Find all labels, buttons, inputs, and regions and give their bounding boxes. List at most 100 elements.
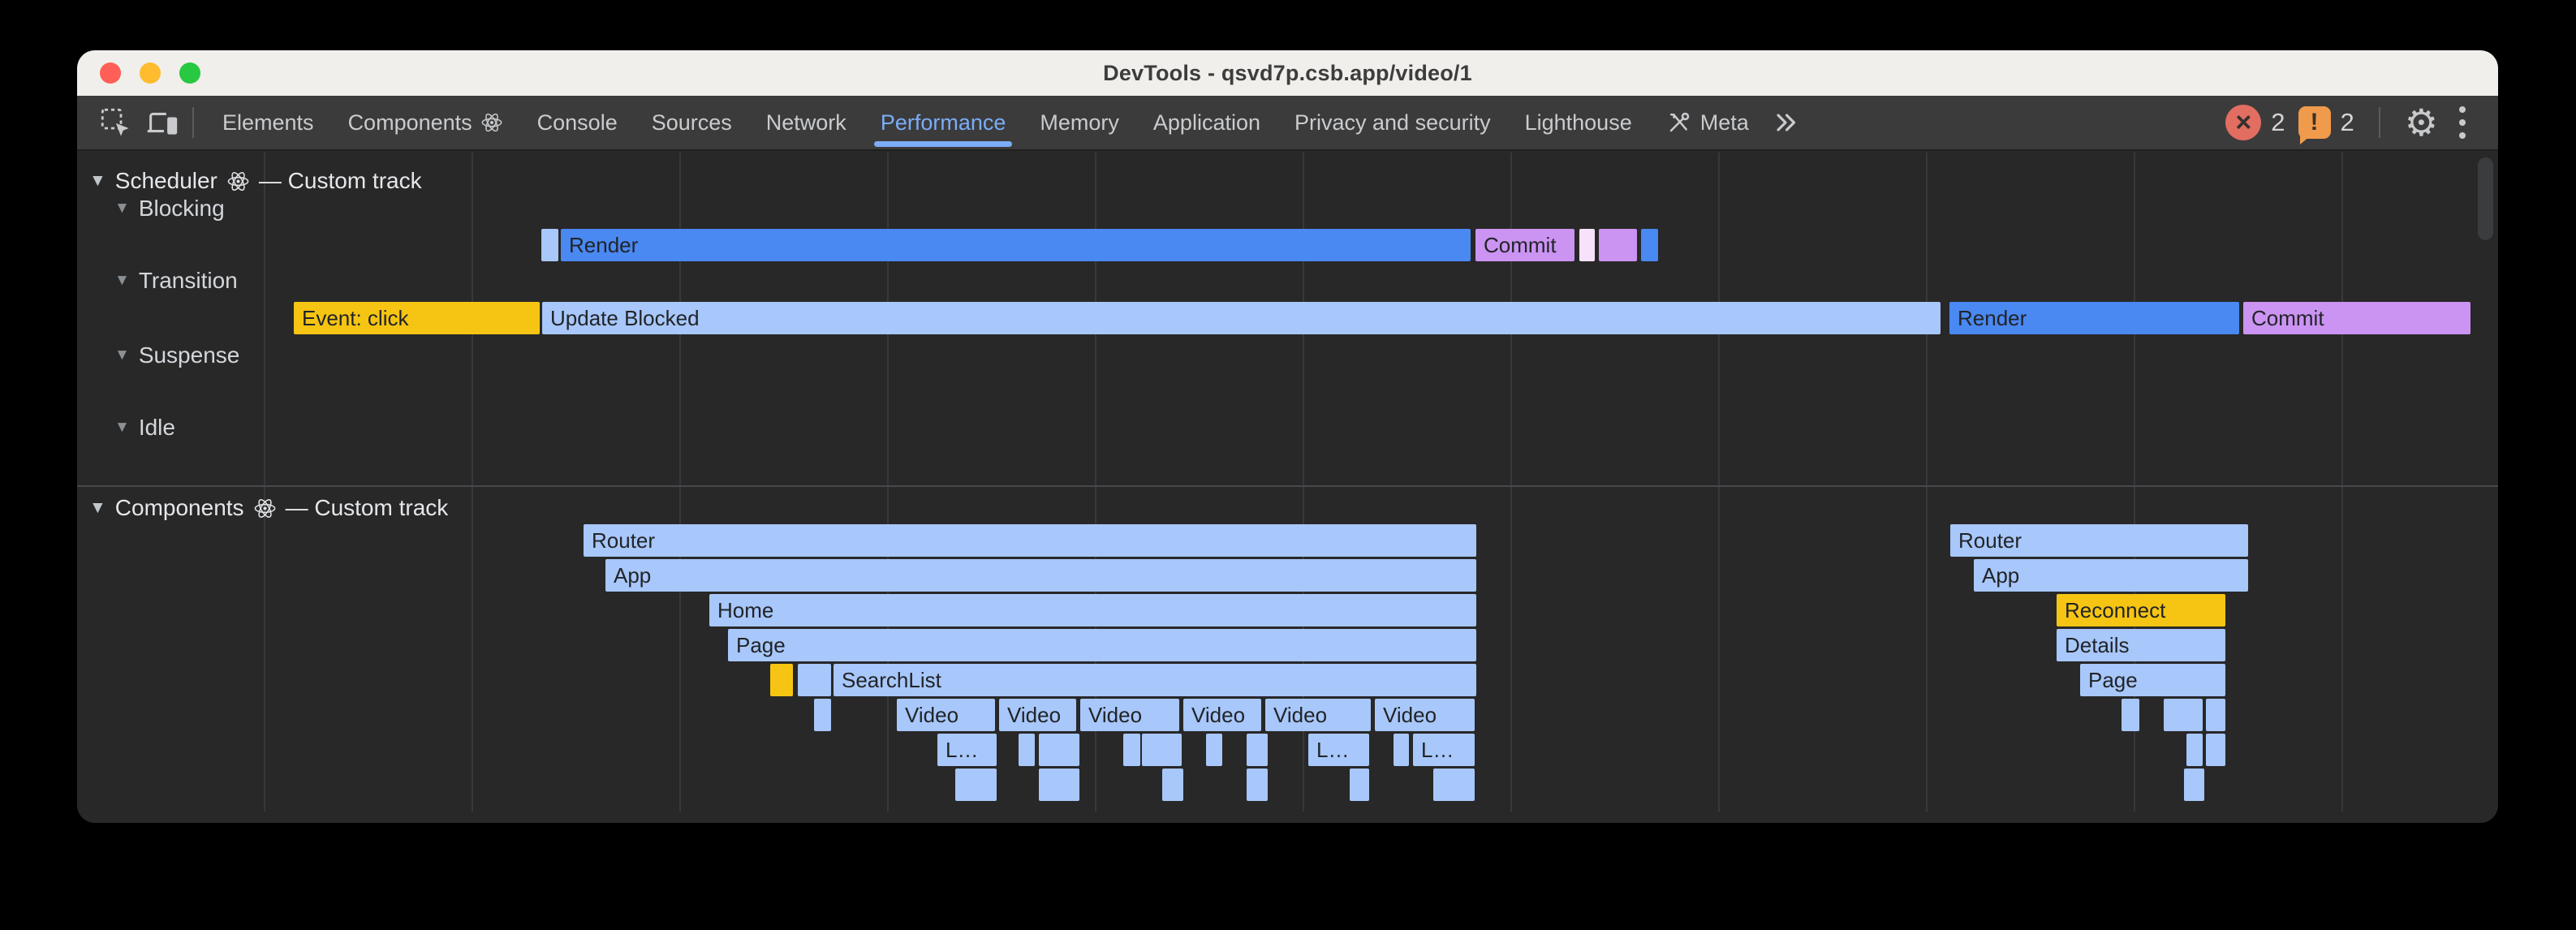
flame-bar-details[interactable]: Details [2057, 629, 2225, 661]
flame-bar-router[interactable]: Router [584, 524, 1476, 557]
flame-bar[interactable] [770, 664, 793, 696]
flame-bar[interactable] [1123, 734, 1140, 766]
tab-components[interactable]: Components [331, 96, 520, 149]
minimize-button[interactable] [140, 62, 161, 84]
flame-bar-l-[interactable]: L… [1413, 734, 1475, 766]
flame-bar-video[interactable]: Video [999, 699, 1076, 731]
flame-bar-page[interactable]: Page [728, 629, 1476, 661]
flame-bar-commit[interactable]: Commit [2243, 302, 2470, 334]
react-atom-icon [253, 497, 277, 520]
track-separator [77, 485, 2498, 487]
flame-bar[interactable] [2206, 699, 2225, 731]
tools-icon [1666, 110, 1692, 136]
lane-idle[interactable]: ▼Idle [114, 415, 175, 441]
track-title: Scheduler [115, 168, 218, 194]
lane-blocking[interactable]: ▼ Blocking [114, 196, 225, 222]
flame-bar-video[interactable]: Video [1265, 699, 1371, 731]
flame-bar-event-click[interactable]: Event: click [294, 302, 540, 334]
selected-tab-underline [874, 141, 1013, 147]
toolbar-divider [2379, 107, 2380, 138]
tab-privacy-and-security[interactable]: Privacy and security [1277, 96, 1508, 149]
flame-bar-video[interactable]: Video [1183, 699, 1261, 731]
flame-bar[interactable] [1394, 734, 1409, 766]
title-bar: DevTools - qsvd7p.csb.app/video/1 [77, 50, 2498, 96]
inspect-element-icon[interactable] [98, 105, 132, 140]
track-header-scheduler[interactable]: ▼ Scheduler — Custom track [89, 168, 422, 194]
warning-badge[interactable]: ! [2298, 106, 2331, 139]
flame-bar[interactable] [2164, 699, 2203, 731]
flame-bar-update-blocked[interactable]: Update Blocked [542, 302, 1941, 334]
lane-label: Suspense [139, 342, 240, 368]
flame-bar[interactable] [1162, 769, 1183, 801]
flame-bar[interactable] [1579, 229, 1595, 261]
error-count: 2 [2271, 108, 2285, 137]
flame-bar[interactable] [1599, 229, 1637, 261]
flame-bar[interactable] [1350, 769, 1369, 801]
flame-bar-home[interactable]: Home [709, 594, 1476, 626]
gear-icon[interactable]: ⚙ [2405, 104, 2438, 141]
flame-bar[interactable] [814, 699, 831, 731]
flame-bar[interactable] [1247, 734, 1268, 766]
flame-bar[interactable] [2186, 734, 2203, 766]
track-title: Components [115, 495, 244, 521]
flame-bar-render[interactable]: Render [1949, 302, 2239, 334]
tab-console[interactable]: Console [520, 96, 635, 149]
lane-label: Blocking [139, 196, 225, 222]
window-title: DevTools - qsvd7p.csb.app/video/1 [1103, 61, 1472, 86]
flame-bar[interactable] [1641, 229, 1658, 261]
flame-bar-router[interactable]: Router [1950, 524, 2248, 557]
tab-performance[interactable]: Performance [864, 96, 1023, 149]
flame-bar[interactable] [2206, 734, 2225, 766]
flame-bar-page[interactable]: Page [2080, 664, 2225, 696]
flame-bar[interactable] [1019, 734, 1035, 766]
flame-bar[interactable] [1247, 769, 1268, 801]
flame-bar-render[interactable]: Render [561, 229, 1471, 261]
tab-memory[interactable]: Memory [1023, 96, 1136, 149]
tab-elements[interactable]: Elements [205, 96, 331, 149]
flame-bar[interactable] [798, 664, 831, 696]
disclosure-triangle-icon[interactable]: ▼ [114, 419, 130, 437]
kebab-menu-icon[interactable] [2451, 106, 2474, 139]
more-tabs-chevron-icon[interactable] [1771, 108, 1800, 137]
lane-transition[interactable]: ▼ Transition [114, 268, 238, 294]
tab-sources[interactable]: Sources [635, 96, 749, 149]
tab-application[interactable]: Application [1136, 96, 1277, 149]
flame-bar-reconnect[interactable]: Reconnect [2057, 594, 2225, 626]
track-header-components[interactable]: ▼ Components — Custom track [89, 495, 448, 521]
disclosure-triangle-icon[interactable]: ▼ [89, 498, 106, 518]
flame-bar[interactable] [1206, 734, 1222, 766]
flame-bar[interactable] [1039, 769, 1079, 801]
lane-label: Transition [139, 268, 238, 294]
flame-bar[interactable] [2122, 699, 2139, 731]
lane-suspense[interactable]: ▼ Suspense [114, 342, 239, 368]
disclosure-triangle-icon[interactable]: ▼ [114, 347, 130, 364]
tab-meta[interactable]: Meta [1649, 96, 1766, 149]
flame-bar-app[interactable]: App [605, 559, 1476, 592]
flame-bar-video[interactable]: Video [897, 699, 995, 731]
flame-bar-l-[interactable]: L… [937, 734, 997, 766]
flame-bar-l-[interactable]: L… [1308, 734, 1369, 766]
flame-bar-video[interactable]: Video [1375, 699, 1475, 731]
flame-bar-commit[interactable]: Commit [1475, 229, 1574, 261]
vertical-scrollbar-thumb[interactable] [2478, 157, 2493, 240]
flame-bar[interactable] [541, 229, 558, 261]
disclosure-triangle-icon[interactable]: ▼ [114, 200, 130, 217]
disclosure-triangle-icon[interactable]: ▼ [89, 171, 106, 191]
error-badge[interactable]: × [2225, 105, 2261, 140]
track-suffix: — Custom track [259, 168, 422, 194]
flame-bar-video[interactable]: Video [1080, 699, 1179, 731]
flame-bar-app[interactable]: App [1974, 559, 2248, 592]
device-toolbar-icon[interactable] [144, 104, 181, 141]
close-button[interactable] [100, 62, 121, 84]
zoom-button[interactable] [179, 62, 200, 84]
tab-lighthouse[interactable]: Lighthouse [1508, 96, 1649, 149]
tab-network[interactable]: Network [749, 96, 864, 149]
flame-bar[interactable] [955, 769, 997, 801]
flame-bar[interactable] [1142, 734, 1182, 766]
flame-bar[interactable] [1433, 769, 1475, 801]
flame-bar[interactable] [1039, 734, 1079, 766]
disclosure-triangle-icon[interactable]: ▼ [114, 272, 130, 290]
tab-label: Performance [881, 110, 1006, 136]
flame-bar[interactable] [2184, 769, 2204, 801]
flame-bar-searchlist[interactable]: SearchList [834, 664, 1476, 696]
